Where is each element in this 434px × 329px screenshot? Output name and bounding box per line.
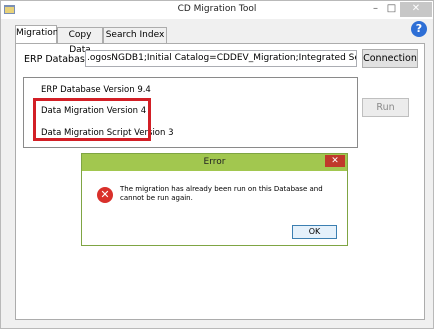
run-button[interactable]: Run	[362, 98, 409, 117]
main-window: CD Migration Tool – □ ✕ ? Migration Copy…	[0, 0, 434, 329]
dialog-title: Error	[203, 157, 226, 167]
close-button[interactable]: ✕	[400, 2, 432, 17]
error-dialog: Error ✕ ✕ The migration has already been…	[81, 153, 348, 246]
erp-database-version-label: ERP Database Version 9.4	[41, 85, 151, 95]
connection-button[interactable]: Connection	[362, 49, 418, 68]
dialog-title-bar: Error ✕	[82, 154, 347, 171]
tab-migration[interactable]: Migration	[15, 25, 58, 43]
maximize-button[interactable]: □	[384, 2, 399, 17]
dialog-body: ✕ The migration has already been run on …	[83, 171, 346, 245]
ok-button[interactable]: OK	[292, 225, 337, 239]
dialog-close-button[interactable]: ✕	[325, 155, 345, 167]
minimize-button[interactable]: –	[368, 2, 383, 17]
dialog-message: The migration has already been run on th…	[120, 185, 323, 202]
tab-search-index[interactable]: Search Index	[103, 27, 167, 43]
connection-string-input[interactable]: .ogosNGDB1;Initial Catalog=CDDEV_Migrati…	[85, 50, 357, 67]
red-highlight-box	[33, 98, 151, 141]
error-icon: ✕	[97, 187, 113, 203]
help-icon[interactable]: ?	[411, 21, 427, 37]
title-bar: CD Migration Tool – □ ✕	[1, 1, 433, 19]
tab-copy-data[interactable]: Copy Data	[57, 27, 103, 55]
erp-database-label: ERP Database	[24, 54, 91, 65]
